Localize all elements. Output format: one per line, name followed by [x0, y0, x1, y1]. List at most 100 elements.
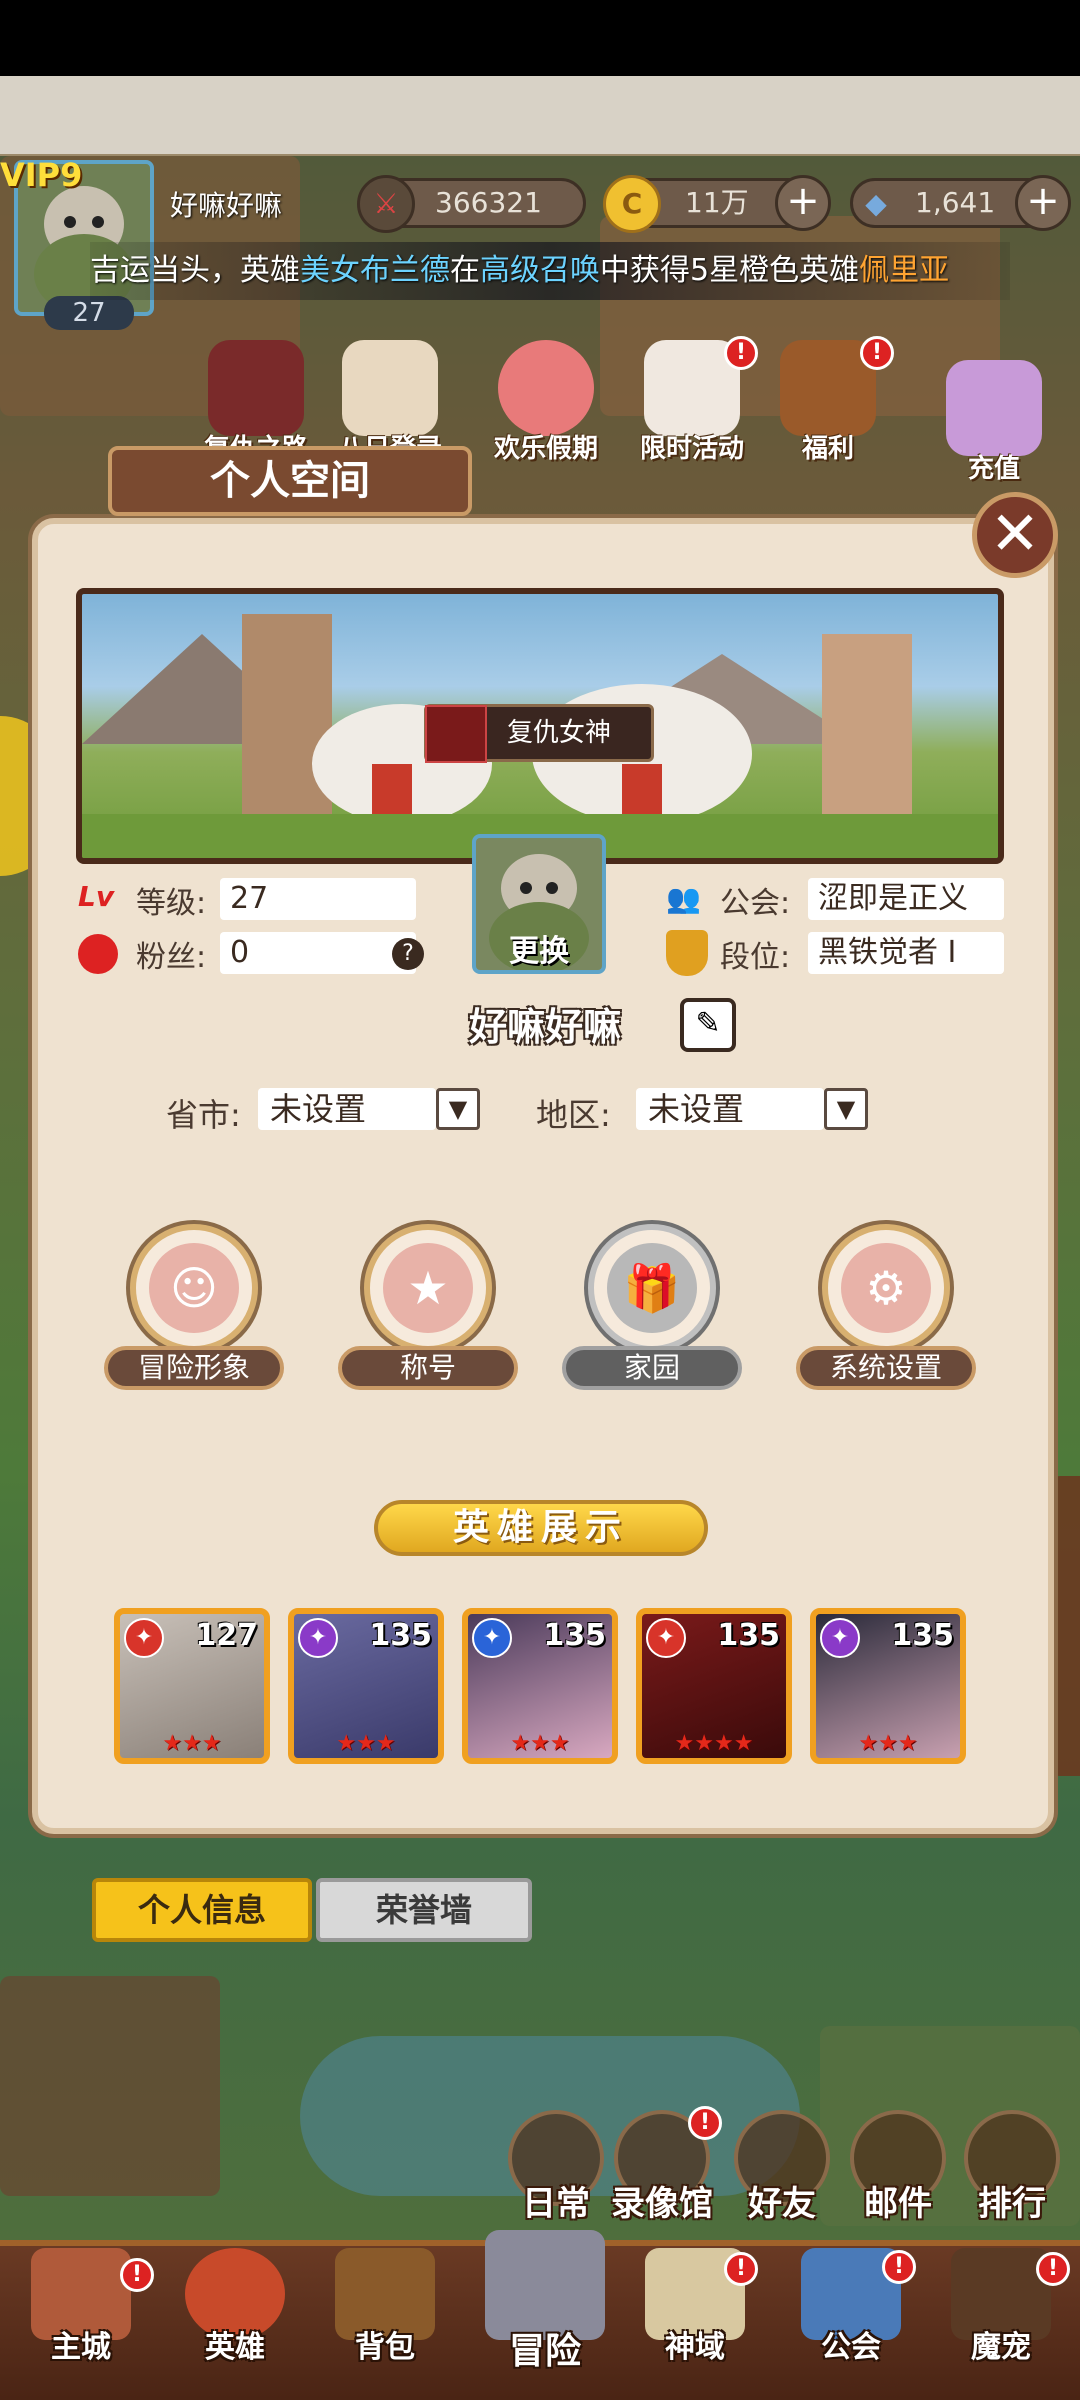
tab-honor-wall[interactable]: 荣誉墙	[316, 1878, 532, 1942]
hero-card-3[interactable]: ✦ 135 ★★★	[462, 1608, 618, 1764]
dialog-title: 个人空间	[108, 446, 472, 516]
marquee-middle: 在	[450, 253, 480, 288]
close-icon: ✕	[989, 499, 1041, 569]
nav-adventure[interactable]: 冒险	[470, 2230, 620, 2374]
add-gold-button[interactable]: +	[775, 175, 831, 231]
nav-backpack[interactable]: 背包	[320, 2248, 450, 2366]
rank-label: 段位:	[720, 940, 791, 975]
activity-label: 欢乐假期	[493, 434, 598, 464]
nav-pets[interactable]: 魔宠 !	[936, 2248, 1070, 2366]
fire-element-icon: ✦	[646, 1618, 686, 1658]
system-settings-label[interactable]: 系统设置	[796, 1346, 976, 1390]
hero-card-5[interactable]: ✦ 135 ★★★	[810, 1608, 966, 1764]
level-label: 等级:	[136, 886, 207, 921]
nav-main-city[interactable]: 主城 !	[16, 2248, 154, 2366]
province-label: 省市:	[166, 1096, 241, 1134]
nav-label: 英雄	[205, 2330, 265, 2365]
hero-level: 135	[891, 1618, 954, 1653]
hero-stars: ★★★	[162, 1731, 222, 1756]
home-label[interactable]: 家园	[562, 1346, 742, 1390]
calendar-icon	[342, 340, 438, 436]
guild-value: 涩即是正义	[808, 878, 1004, 920]
hero-stars: ★★★	[336, 1731, 396, 1756]
diamond-value: 1,641	[915, 186, 996, 219]
rose-icon	[78, 934, 118, 974]
nav-guild[interactable]: 公会 !	[786, 2248, 916, 2366]
chevron-down-icon: ▼	[448, 1095, 468, 1123]
notification-badge: !	[860, 336, 894, 370]
marquee-prefix: 吉运当头，英雄	[90, 253, 300, 288]
replay-hall-label: 录像馆	[611, 2184, 713, 2224]
activity-recharge[interactable]: 充值	[934, 360, 1054, 485]
replay-hall-button[interactable]: 录像馆 !	[610, 2106, 722, 2225]
hero-stars: ★★★★	[674, 1731, 754, 1756]
banner-title-text: 复仇女神	[507, 718, 612, 748]
nav-label: 背包	[355, 2330, 415, 2365]
vip-level: VIP9	[0, 156, 83, 194]
marquee-reward: 佩里亚	[859, 253, 950, 288]
tab-personal-info[interactable]: 个人信息	[92, 1878, 312, 1942]
hero-stars: ★★★	[858, 1731, 918, 1756]
pencil-icon: ✎	[695, 1006, 721, 1041]
title-label[interactable]: 称号	[338, 1346, 518, 1390]
mail-button[interactable]: 邮件	[846, 2110, 950, 2225]
activity-welfare[interactable]: 福利 !	[768, 336, 894, 465]
close-button[interactable]: ✕	[972, 492, 1058, 578]
notification-badge: !	[120, 2258, 154, 2292]
guild-members-icon: 👥	[666, 882, 701, 915]
notification-badge: !	[724, 2252, 758, 2286]
region-dropdown-button[interactable]: ▼	[824, 1088, 868, 1130]
change-avatar-button[interactable]: 更换	[472, 834, 606, 974]
mail-label: 邮件	[864, 2184, 932, 2224]
ranking-button[interactable]: 排行	[960, 2110, 1064, 2225]
hero-card-2[interactable]: ✦ 135 ★★★	[288, 1608, 444, 1764]
region-label: 地区:	[536, 1096, 611, 1134]
activity-label: 充值	[967, 454, 1020, 484]
hero-card-4[interactable]: ✦ 135 ★★★★	[636, 1608, 792, 1764]
help-icon[interactable]: ?	[392, 938, 424, 970]
edit-name-button[interactable]: ✎	[680, 998, 736, 1052]
notification-badge: !	[882, 2250, 916, 2284]
friends-button[interactable]: 好友	[730, 2110, 834, 2225]
hero-level: 135	[543, 1618, 606, 1653]
player-name: 好嘛好嘛	[170, 189, 283, 222]
level-value: 27	[220, 878, 416, 920]
daily-label: 日常	[522, 2184, 590, 2224]
hero-card-1[interactable]: ✦ 127 ★★★	[114, 1608, 270, 1764]
rank-shield-icon	[666, 930, 708, 976]
adventure-image-button[interactable]: ☺	[130, 1224, 258, 1352]
nav-label: 神域	[665, 2330, 725, 2365]
region-select[interactable]: 未设置	[636, 1088, 824, 1130]
friends-label: 好友	[748, 2184, 816, 2224]
announcement-marquee: 吉运当头，英雄美女布兰德在高级召唤中获得5星橙色英雄佩里亚	[90, 242, 1010, 300]
level-icon: Lv	[78, 880, 115, 913]
home-button[interactable]: 🎁	[588, 1224, 716, 1352]
title-button[interactable]: ★	[364, 1224, 492, 1352]
gold-display: C 11万 +	[603, 175, 831, 233]
daily-button[interactable]: 日常	[504, 2110, 608, 2225]
ranking-label: 排行	[978, 2184, 1046, 2224]
province-dropdown-button[interactable]: ▼	[436, 1088, 480, 1130]
gem-box-icon	[946, 360, 1042, 456]
diamond-display: ◆ 1,641 +	[850, 175, 1071, 231]
fans-value: 0	[220, 932, 416, 974]
notification-badge: !	[724, 336, 758, 370]
nav-divine-realm[interactable]: 神域 !	[630, 2248, 760, 2366]
hero-level: 127	[195, 1618, 258, 1653]
power-icon: ⚔	[357, 175, 415, 233]
mascot-icon	[498, 340, 594, 436]
adventure-image-label[interactable]: 冒险形象	[104, 1346, 284, 1390]
gear-icon: ⚙	[841, 1243, 931, 1333]
notification-badge: !	[688, 2106, 722, 2140]
province-select[interactable]: 未设置	[258, 1088, 436, 1130]
player-level-badge: 27	[44, 296, 134, 330]
activity-limited-event[interactable]: 限时活动 !	[632, 336, 758, 465]
add-diamond-button[interactable]: +	[1015, 175, 1071, 231]
system-settings-button[interactable]: ⚙	[822, 1224, 950, 1352]
nav-label: 主城	[51, 2330, 111, 2365]
gold-coin-icon: C	[603, 175, 661, 233]
dark-element-icon: ✦	[820, 1618, 860, 1658]
nav-heroes[interactable]: 英雄	[170, 2248, 300, 2366]
marquee-hero-name: 美女布兰德	[300, 253, 450, 288]
activity-happy-holiday[interactable]: 欢乐假期	[486, 340, 606, 465]
